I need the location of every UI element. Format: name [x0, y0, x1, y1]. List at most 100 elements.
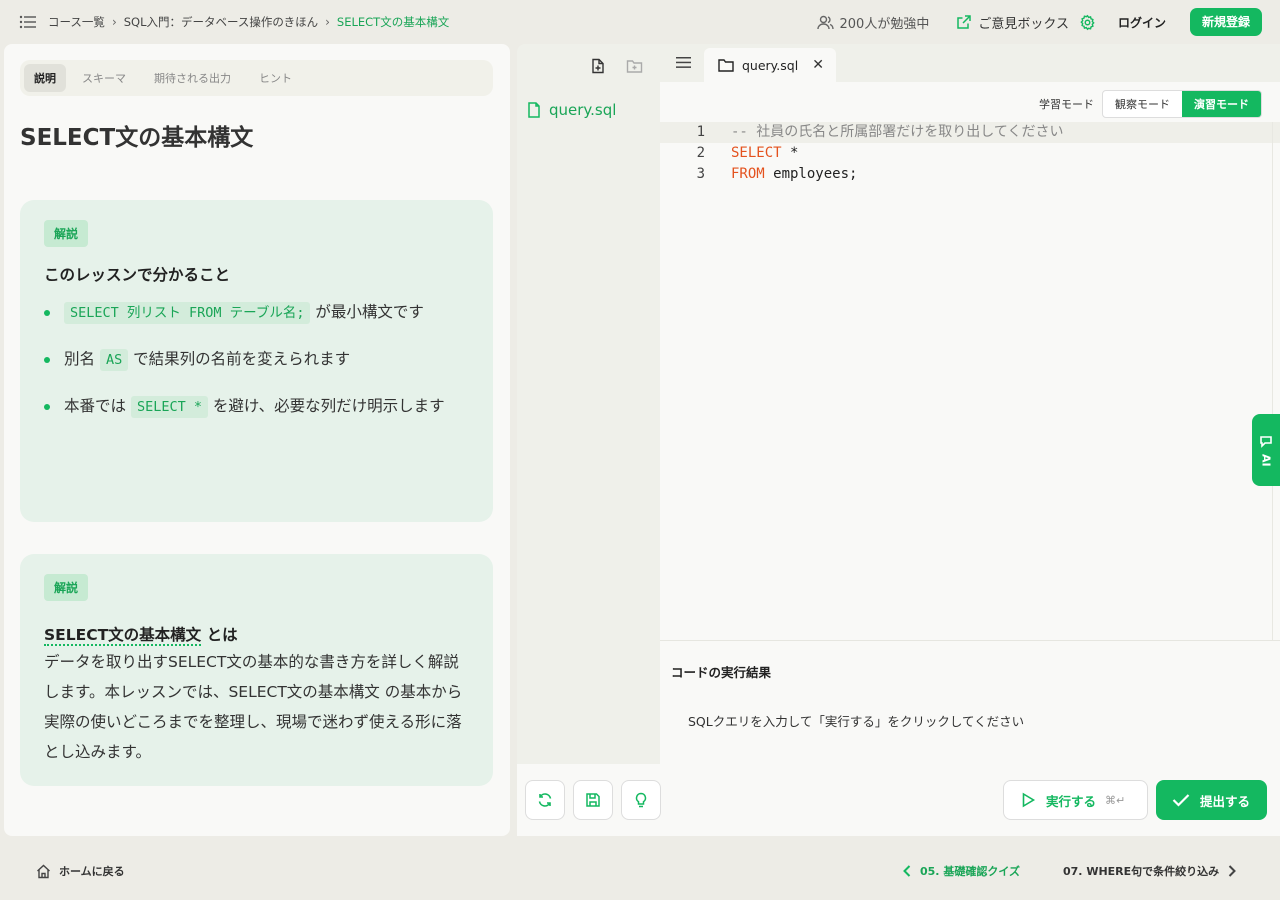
run-label: 実行する [1046, 793, 1097, 809]
tab-schema[interactable]: スキーマ [70, 64, 138, 92]
definition-card: 解説 SELECT文の基本構文 とは データを取り出すSELECT文の基本的な書… [20, 554, 493, 786]
file-explorer: query.sql [517, 44, 660, 764]
feedback-link[interactable]: ご意見ボックス [957, 13, 1069, 32]
next-lesson-label: 07. WHERE句で条件絞り込み [1063, 865, 1220, 878]
card-heading: SELECT文の基本構文 とは [44, 623, 469, 646]
hamburger-icon[interactable] [676, 56, 691, 69]
home-link[interactable]: ホームに戻る [36, 863, 125, 879]
tab-expected-output[interactable]: 期待される出力 [142, 64, 243, 92]
observe-mode-button[interactable]: 観察モード [1103, 91, 1182, 117]
external-link-icon [957, 15, 978, 29]
top-header: コース一覧 › SQL入門：データベース操作のきほん › SELECT文の基本構… [0, 0, 1280, 44]
result-message: SQLクエリを入力して「実行する」をクリックしてください [688, 714, 1025, 729]
lesson-footer: ホームに戻る 05. 基礎確認クイズ 07. WHERE句で条件絞り込み [0, 843, 1280, 900]
ai-assistant-tab[interactable]: AI [1252, 414, 1280, 486]
learners-count: 200人が勉強中 [816, 13, 930, 32]
code-editor: query.sql ✕ 学習モード 観察モード 演習モード 1 -- 社員の氏名… [660, 44, 1280, 640]
run-button[interactable]: 実行する ⌘↵ [1003, 780, 1148, 820]
submit-label: 提出する [1200, 793, 1251, 809]
bullet-text: が最小構文です [315, 303, 424, 321]
glossary-term[interactable]: SELECT文の基本構文 [44, 626, 202, 646]
line-number: 1 [696, 124, 705, 140]
lesson-tabs: 説明 スキーマ 期待される出力 ヒント [20, 60, 493, 96]
refresh-icon [537, 792, 553, 808]
code-line: 1 -- 社員の氏名と所属部署だけを取り出してください [660, 122, 1280, 143]
save-button[interactable] [573, 780, 613, 820]
mode-toggle: 観察モード 演習モード [1102, 90, 1262, 118]
home-icon [36, 864, 59, 879]
signup-button[interactable]: 新規登録 [1189, 8, 1262, 36]
hint-button[interactable] [621, 780, 661, 820]
breadcrumb-current-lesson: SELECT文の基本構文 [336, 15, 450, 29]
list-item: 別名 AS で結果列の名前を変えられます [44, 344, 469, 376]
bullet-text: で結果列の名前を変えられます [133, 350, 351, 368]
line-number: 3 [696, 166, 705, 182]
bullet-text: 本番では [64, 397, 127, 415]
file-name: query.sql [549, 101, 617, 119]
sql-keyword: SELECT [731, 145, 782, 161]
previous-lesson-label: 05. 基礎確認クイズ [920, 865, 1020, 878]
heading-suffix: とは [206, 626, 238, 644]
breadcrumb: コース一覧 › SQL入門：データベース操作のきほん › SELECT文の基本構… [48, 14, 449, 30]
previous-lesson-link[interactable]: 05. 基礎確認クイズ [903, 863, 1020, 879]
explanation-badge: 解説 [44, 574, 89, 601]
editor-scrollbar[interactable] [1272, 122, 1280, 640]
file-icon [527, 102, 549, 118]
line-number: 2 [696, 145, 705, 161]
folder-icon [718, 58, 742, 72]
bullet-text: 別名 [64, 350, 96, 368]
breadcrumb-separator: › [325, 15, 330, 29]
run-shortcut: ⌘↵ [1105, 793, 1126, 807]
reset-button[interactable] [525, 780, 565, 820]
lesson-title: SELECT文の基本構文 [20, 125, 254, 151]
code-area[interactable]: 1 -- 社員の氏名と所属部署だけを取り出してください 2 SELECT * 3… [660, 122, 1280, 185]
breadcrumb-course-list[interactable]: コース一覧 [48, 14, 105, 30]
result-panel: コードの実行結果 SQLクエリを入力して「実行する」をクリックしてください [660, 640, 1280, 764]
learning-points: SELECT 列リスト FROM テーブル名; が最小構文です 別名 AS で結… [44, 297, 469, 423]
code-text: * [781, 145, 799, 161]
mode-switcher: 学習モード 観察モード 演習モード [1039, 90, 1262, 118]
submit-button[interactable]: 提出する [1156, 780, 1267, 820]
mode-label: 学習モード [1039, 98, 1094, 111]
result-title: コードの実行結果 [671, 665, 772, 680]
list-item: SELECT 列リスト FROM テーブル名; が最小構文です [44, 297, 469, 329]
sql-keyword: FROM [731, 166, 765, 182]
ai-label: AI [1259, 453, 1273, 467]
next-lesson-link[interactable]: 07. WHERE句で条件絞り込み [1063, 863, 1237, 879]
new-folder-icon[interactable] [626, 58, 643, 74]
gear-icon[interactable] [1079, 14, 1096, 31]
file-item-query-sql[interactable]: query.sql [527, 101, 616, 119]
lesson-panel: 説明 スキーマ 期待される出力 ヒント SELECT文の基本構文 解説 このレッ… [4, 44, 510, 836]
inline-code: AS [99, 349, 129, 371]
definition-paragraph: データを取り出すSELECT文の基本的な書き方を詳しく解説します。本レッスンでは… [44, 653, 463, 761]
bullet-text: を避け、必要な列だけ明示します [212, 397, 445, 415]
save-icon [585, 792, 601, 808]
close-icon[interactable]: ✕ [812, 57, 824, 73]
code-comment: -- 社員の氏名と所属部署だけを取り出してください [731, 124, 1064, 140]
chat-icon [1259, 434, 1273, 448]
inline-code: SELECT * [130, 396, 208, 418]
list-menu-icon[interactable] [18, 12, 38, 32]
action-bar: 実行する ⌘↵ 提出する [517, 764, 1280, 836]
explanation-card: 解説 このレッスンで分かること SELECT 列リスト FROM テーブル名; … [20, 200, 493, 522]
chevron-right-icon [1219, 865, 1237, 877]
inline-code: SELECT 列リスト FROM テーブル名; [64, 302, 311, 324]
breadcrumb-course[interactable]: SQL入門：データベース操作のきほん [124, 14, 318, 30]
practice-mode-button[interactable]: 演習モード [1182, 91, 1261, 117]
editor-tab-label: query.sql [742, 57, 799, 73]
editor-file-tab[interactable]: query.sql ✕ [704, 48, 836, 82]
breadcrumb-separator: › [111, 15, 117, 29]
code-text: employees; [764, 166, 858, 182]
login-button[interactable]: ログイン [1118, 14, 1166, 31]
users-icon [816, 14, 840, 31]
home-label: ホームに戻る [59, 865, 125, 878]
code-line: 3 FROM employees; [660, 164, 1280, 185]
check-icon [1172, 793, 1190, 807]
tab-description[interactable]: 説明 [24, 64, 66, 92]
chevron-left-icon [903, 865, 920, 877]
explanation-badge: 解説 [44, 220, 89, 247]
new-file-icon[interactable] [590, 58, 606, 74]
tab-hint[interactable]: ヒント [247, 64, 304, 92]
code-line: 2 SELECT * [660, 143, 1280, 164]
learners-text: 200人が勉強中 [839, 16, 930, 32]
